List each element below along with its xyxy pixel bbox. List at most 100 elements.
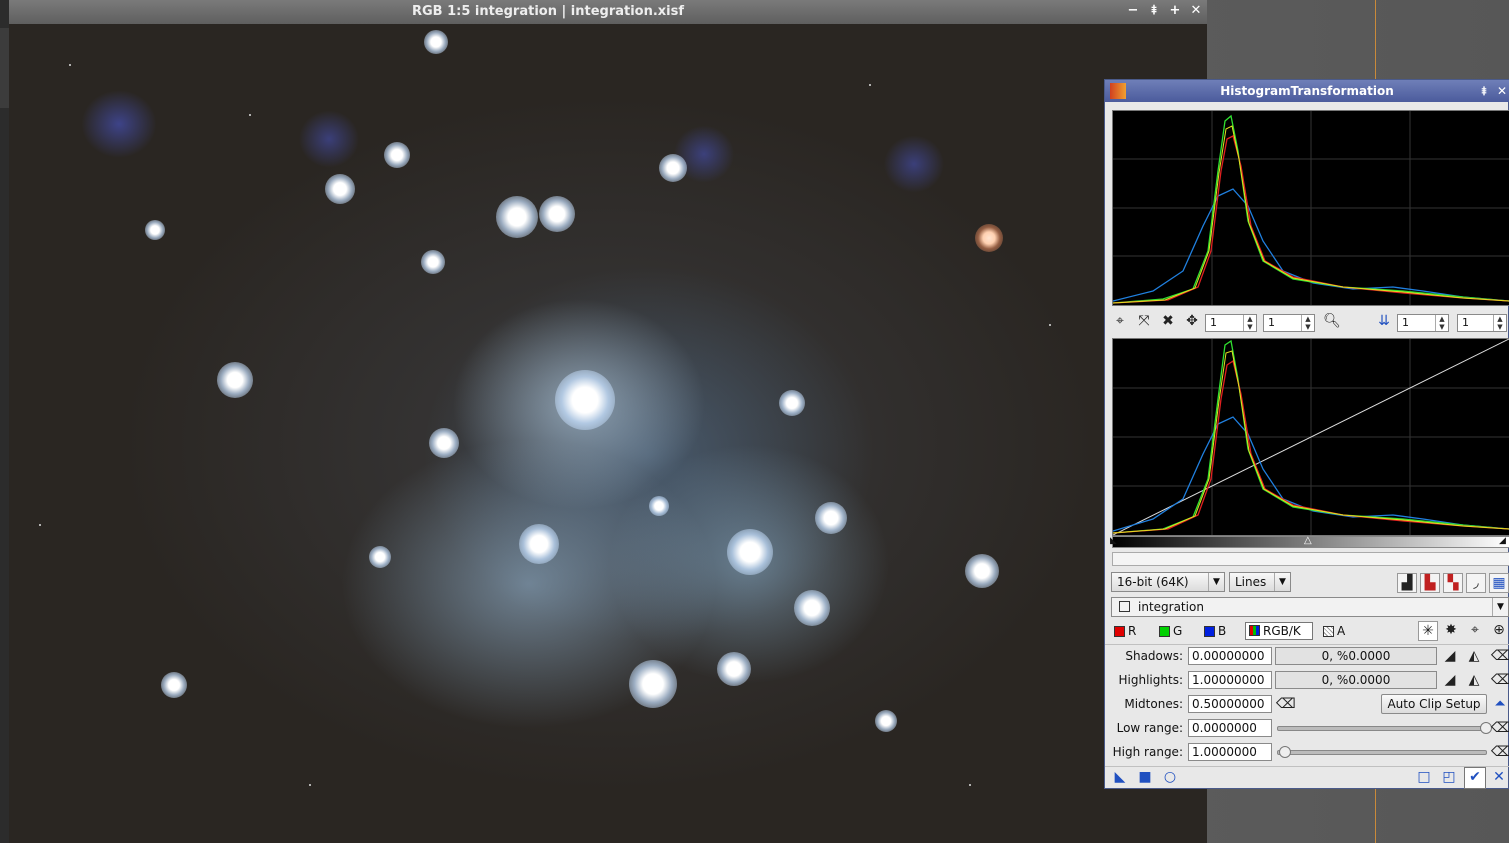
shadows-clipping-readout: 0, %0.0000 xyxy=(1275,647,1437,665)
image-window: RGB 1:5 integration | integration.xisf −… xyxy=(9,0,1207,843)
graph-style-select[interactable]: Lines ▼ xyxy=(1229,572,1291,592)
target-icon[interactable]: ⌖ xyxy=(1466,621,1484,639)
channel-histogram-icon[interactable]: ▙ xyxy=(1420,573,1440,593)
channel-b-label[interactable]: B xyxy=(1218,624,1226,638)
highlights-input[interactable]: 1.00000000 xyxy=(1188,671,1272,689)
channel-rgbk-swatch xyxy=(1249,625,1260,636)
output-horizontal-zoom-input[interactable]: 1 ▲ ▼ xyxy=(1397,314,1449,332)
highlights-histogram-icon[interactable]: ◭ xyxy=(1465,671,1483,689)
high-range-label: High range: xyxy=(1112,745,1183,759)
separator xyxy=(1105,644,1509,645)
highlights-auto-clip-icon[interactable]: ◢ xyxy=(1441,671,1459,689)
grid-icon[interactable]: ▦ xyxy=(1489,573,1509,593)
close-icon[interactable]: ✕ xyxy=(1495,83,1509,99)
star xyxy=(145,220,165,240)
shadows-histogram-icon[interactable]: ◭ xyxy=(1465,647,1483,665)
highlights-marker[interactable]: ◢ xyxy=(1499,536,1506,546)
horizontal-zoom-input[interactable]: 1 ▲ ▼ xyxy=(1205,314,1257,332)
low-range-slider-track[interactable] xyxy=(1277,726,1487,731)
minimize-button[interactable]: − xyxy=(1125,3,1141,19)
crosshair-icon[interactable]: ⊕ xyxy=(1490,621,1508,639)
collapse-icon[interactable]: ⏶ xyxy=(1491,695,1509,713)
zoom-in-crosshair-icon[interactable]: ⌖ xyxy=(1111,312,1129,330)
high-range-slider-knob[interactable] xyxy=(1279,746,1291,758)
vertical-zoom-input[interactable]: 1 ▲ ▼ xyxy=(1263,314,1315,332)
star xyxy=(161,672,187,698)
shrink-icon[interactable]: ✖ xyxy=(1159,312,1177,330)
shade-button[interactable]: ⯒ xyxy=(1146,3,1162,19)
output-vertical-zoom-input[interactable]: 1 ▲ ▼ xyxy=(1457,314,1507,332)
midtones-reset-icon[interactable]: ⌫ xyxy=(1276,695,1296,713)
reset-icon[interactable]: ✕ xyxy=(1490,768,1508,786)
image-canvas[interactable] xyxy=(9,24,1207,843)
highlights-reset-icon[interactable]: ⌫ xyxy=(1491,671,1509,689)
channel-g-label[interactable]: G xyxy=(1173,624,1182,638)
pan-icon[interactable]: ✥ xyxy=(1183,312,1201,330)
output-histogram-graph[interactable] xyxy=(1112,338,1509,536)
high-range-input[interactable]: 1.0000000 xyxy=(1188,743,1272,761)
star xyxy=(429,428,459,458)
shadows-input[interactable]: 0.00000000 xyxy=(1188,647,1272,665)
star xyxy=(69,64,71,66)
histogram-transformation-panel: HistogramTransformation ⯒ ✕ ⌖ ⤧ ✖ ✥ 1 ▲ ▼ … xyxy=(1104,79,1509,789)
combined-histogram-icon[interactable]: ▚ xyxy=(1443,573,1463,593)
star xyxy=(969,784,971,786)
star xyxy=(309,784,311,786)
left-dock-strip xyxy=(0,0,9,843)
midtones-marker[interactable]: △ xyxy=(1304,535,1312,546)
view-icon xyxy=(1119,601,1130,612)
low-range-reset-icon[interactable]: ⌫ xyxy=(1491,719,1509,737)
global-apply-icon[interactable]: ○ xyxy=(1161,768,1179,786)
maximize-button[interactable]: + xyxy=(1167,3,1183,19)
high-range-slider-track[interactable] xyxy=(1277,750,1487,755)
image-window-title: RGB 1:5 integration | integration.xisf xyxy=(411,4,685,19)
curve-icon[interactable]: ◞ xyxy=(1466,573,1486,593)
shadows-reset-icon[interactable]: ⌫ xyxy=(1491,647,1509,665)
histogram-panel-titlebar[interactable]: HistogramTransformation ⯒ ✕ xyxy=(1105,80,1509,102)
browse-docs-icon[interactable]: ◰ xyxy=(1440,768,1458,786)
star xyxy=(629,660,677,708)
high-range-reset-icon[interactable]: ⌫ xyxy=(1491,743,1509,761)
star xyxy=(217,362,253,398)
execute-check-icon[interactable]: ✔ xyxy=(1464,767,1486,789)
shadows-auto-clip-icon[interactable]: ◢ xyxy=(1441,647,1459,665)
resolution-select[interactable]: 16-bit (64K) ▼ xyxy=(1111,572,1225,592)
star xyxy=(249,114,251,116)
channel-rgbk-button[interactable]: RGB/K xyxy=(1245,622,1313,640)
horizontal-scrollbar[interactable] xyxy=(1112,552,1509,566)
star xyxy=(421,250,445,274)
highlights-label: Highlights: xyxy=(1118,673,1183,687)
view-select[interactable]: integration ▼ xyxy=(1111,597,1509,617)
shade-icon[interactable]: ⯒ xyxy=(1477,83,1491,99)
double-arrow-down-icon[interactable]: ⇊ xyxy=(1375,312,1393,330)
channel-g-swatch[interactable] xyxy=(1159,626,1170,637)
reset-channel-icon[interactable]: ✳ xyxy=(1418,621,1438,641)
shadows-marker[interactable]: ◣ xyxy=(1110,536,1117,546)
highlights-clipping-readout: 0, %0.0000 xyxy=(1275,671,1437,689)
rejection-histogram-icon[interactable]: ▟ xyxy=(1397,573,1417,593)
close-button[interactable]: ✕ xyxy=(1188,3,1204,19)
star xyxy=(496,196,538,238)
star xyxy=(965,554,999,588)
dock-tab[interactable] xyxy=(0,28,9,108)
channel-r-label[interactable]: R xyxy=(1128,624,1136,638)
channel-r-swatch[interactable] xyxy=(1114,626,1125,637)
channel-rgbk-label: RGB/K xyxy=(1263,624,1301,638)
channel-b-swatch[interactable] xyxy=(1204,626,1215,637)
midtones-input[interactable]: 0.50000000 xyxy=(1188,695,1272,713)
input-histogram-graph[interactable] xyxy=(1112,110,1509,306)
apply-view-icon[interactable]: ■ xyxy=(1136,768,1154,786)
channel-a-swatch[interactable] xyxy=(1323,626,1334,637)
image-window-titlebar[interactable]: RGB 1:5 integration | integration.xisf −… xyxy=(9,0,1207,24)
auto-clip-setup-button[interactable]: Auto Clip Setup xyxy=(1381,694,1487,714)
new-instance-icon[interactable]: ◣ xyxy=(1111,768,1129,786)
fit-icon[interactable]: ⤧ xyxy=(1135,312,1153,330)
star xyxy=(727,529,773,575)
magnifier-icon[interactable]: 🔍︎ xyxy=(1323,312,1341,330)
settings-gear-icon[interactable]: ✸ xyxy=(1442,621,1460,639)
low-range-input[interactable]: 0.0000000 xyxy=(1188,719,1272,737)
star xyxy=(815,502,847,534)
channel-a-label[interactable]: A xyxy=(1337,624,1345,638)
real-time-preview-icon[interactable]: □ xyxy=(1415,768,1433,786)
star xyxy=(369,546,391,568)
